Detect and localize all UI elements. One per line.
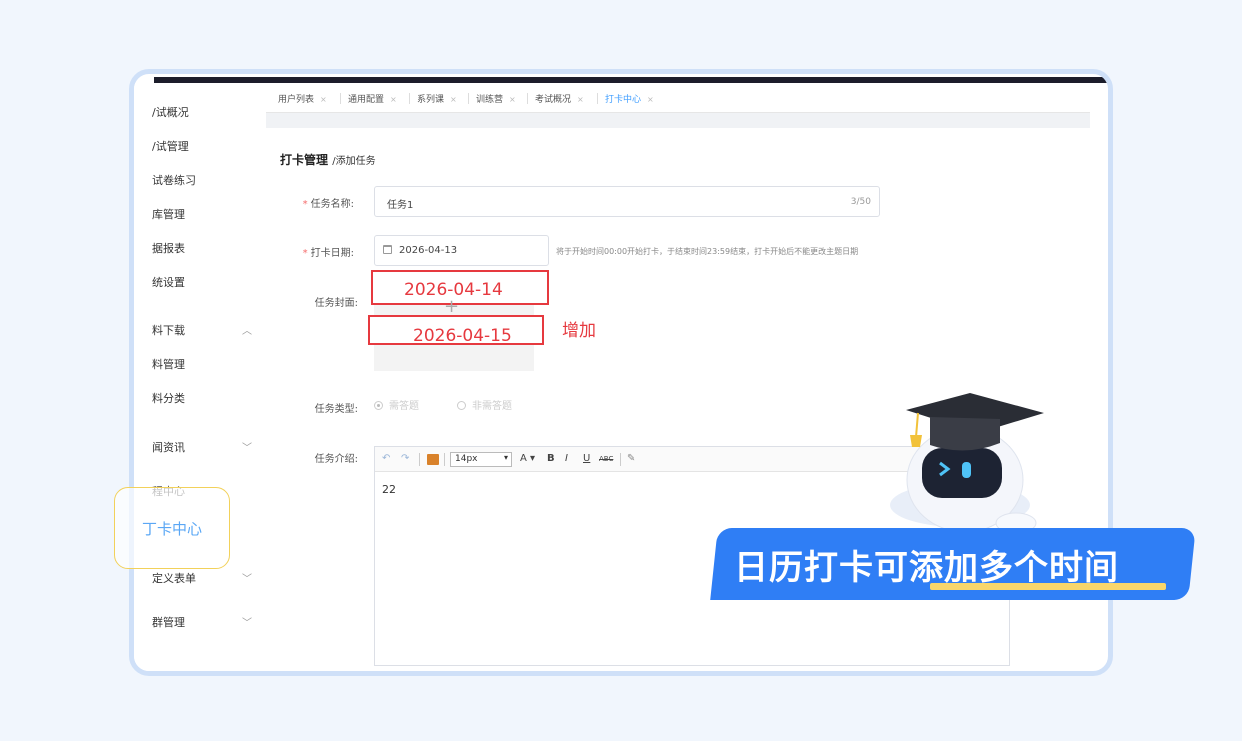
page-title: 打卡管理 /添加任务 bbox=[280, 153, 376, 167]
sidebar-item-material-manage[interactable]: 料管理 bbox=[152, 356, 185, 372]
date-picker-input[interactable]: 2026-04-13 bbox=[374, 235, 549, 266]
sidebar-item-paper-practice[interactable]: 试卷练习 bbox=[152, 172, 196, 188]
close-icon[interactable]: × bbox=[577, 95, 584, 104]
banner-text: 日历打卡可添加多个时间 bbox=[734, 548, 1119, 588]
type-radio-answer[interactable]: 需答题 bbox=[374, 397, 419, 412]
radio-icon bbox=[457, 401, 466, 410]
close-icon[interactable]: × bbox=[647, 95, 654, 104]
tab-divider bbox=[597, 93, 598, 104]
underline-button[interactable]: U bbox=[583, 453, 590, 464]
toolbar-divider bbox=[419, 453, 420, 466]
close-icon[interactable]: × bbox=[320, 95, 327, 104]
redo-icon[interactable]: ↷ bbox=[401, 453, 409, 464]
sidebar-item-custom-form[interactable]: 定义表单 bbox=[152, 570, 196, 586]
annotation-date-box-2: 2026-04-15 bbox=[368, 315, 544, 346]
date-hint: 将于开始时间00:00开始打卡，于结束时间23:59结束，打卡开始后不能更改主题… bbox=[556, 247, 859, 256]
close-icon[interactable]: × bbox=[450, 95, 457, 104]
calendar-icon bbox=[383, 245, 392, 254]
sidebar-item-material-category[interactable]: 料分类 bbox=[152, 390, 185, 406]
sidebar-item-material-download[interactable]: 料下载 bbox=[152, 322, 185, 338]
italic-button[interactable]: I bbox=[565, 453, 568, 464]
sidebar: /试概况 /试管理 试卷练习 库管理 据报表 统设置 料下载 ︿ 料管理 料分类… bbox=[134, 83, 266, 671]
editor-content[interactable]: 22 bbox=[382, 483, 396, 496]
strikethrough-button[interactable]: ABC bbox=[599, 455, 613, 463]
toolbar-divider bbox=[620, 453, 621, 466]
radio-checked-icon bbox=[374, 401, 383, 410]
sidebar-item-exam-overview[interactable]: /试概况 bbox=[152, 104, 189, 120]
tab-divider bbox=[409, 93, 410, 104]
chevron-up-icon[interactable]: ︿ bbox=[242, 322, 252, 337]
annotation-date-box-1: 2026-04-14 bbox=[371, 270, 549, 305]
annotation-date-2: 2026-04-15 bbox=[413, 326, 512, 346]
tab-bar: 用户列表 × 通用配置 × 系列课 × 训练营 × 考试概况 × 打卡中心 × bbox=[266, 83, 1090, 113]
annotation-add-note: 增加 bbox=[562, 321, 596, 341]
sidebar-item-question-bank[interactable]: 库管理 bbox=[152, 206, 185, 222]
font-color-icon[interactable]: A ▾ bbox=[520, 453, 535, 464]
tab-checkin-center[interactable]: 打卡中心 × bbox=[605, 92, 654, 105]
toolbar-divider bbox=[444, 453, 445, 466]
sidebar-item-system-settings[interactable]: 统设置 bbox=[152, 274, 185, 290]
type-label: 任务类型: bbox=[314, 404, 358, 415]
tab-series-course[interactable]: 系列课 × bbox=[417, 92, 457, 105]
tab-divider bbox=[468, 93, 469, 104]
date-value: 2026-04-13 bbox=[399, 245, 458, 256]
tab-user-list[interactable]: 用户列表 × bbox=[278, 92, 327, 105]
sidebar-item-checkin-center[interactable]: 丁卡中心 bbox=[142, 518, 202, 539]
type-radio-no-answer[interactable]: 非需答题 bbox=[457, 397, 512, 412]
chevron-down-icon[interactable]: ﹀ bbox=[242, 614, 252, 629]
plus-icon[interactable]: + bbox=[444, 296, 459, 317]
sidebar-item-news[interactable]: 闻资讯 bbox=[152, 439, 185, 455]
page-subtitle: /添加任务 bbox=[332, 156, 376, 167]
chevron-down-icon[interactable]: ﹀ bbox=[242, 570, 252, 585]
intro-label: 任务介绍: bbox=[314, 454, 358, 465]
cover-label: 任务封面: bbox=[314, 298, 358, 309]
task-name-label: * 任务名称: bbox=[302, 199, 354, 210]
caret-down-icon: ▾ bbox=[503, 453, 508, 462]
tab-general-config[interactable]: 通用配置 × bbox=[348, 92, 397, 105]
tab-exam-overview[interactable]: 考试概况 × bbox=[535, 92, 584, 105]
undo-icon[interactable]: ↶ bbox=[382, 453, 390, 464]
image-icon[interactable] bbox=[427, 454, 439, 465]
close-icon[interactable]: × bbox=[509, 95, 516, 104]
date-label: * 打卡日期: bbox=[302, 248, 354, 259]
eraser-icon[interactable]: ✎ bbox=[627, 453, 635, 464]
chevron-down-icon[interactable]: ﹀ bbox=[242, 439, 252, 454]
tab-divider bbox=[340, 93, 341, 104]
task-name-input[interactable]: 任务1 3/50 bbox=[374, 186, 880, 217]
bold-button[interactable]: B bbox=[547, 453, 555, 464]
task-name-value: 任务1 bbox=[387, 200, 414, 211]
tab-training-camp[interactable]: 训练营 × bbox=[476, 92, 516, 105]
sidebar-item-exam-manage[interactable]: /试管理 bbox=[152, 138, 189, 154]
sidebar-item-community[interactable]: 群管理 bbox=[152, 614, 185, 630]
close-icon[interactable]: × bbox=[390, 95, 397, 104]
robot-mascot-icon bbox=[890, 393, 1044, 534]
char-counter: 3/50 bbox=[850, 197, 871, 207]
font-size-select[interactable]: 14px ▾ bbox=[450, 452, 512, 467]
sidebar-item-data-report[interactable]: 据报表 bbox=[152, 240, 185, 256]
tab-divider bbox=[527, 93, 528, 104]
